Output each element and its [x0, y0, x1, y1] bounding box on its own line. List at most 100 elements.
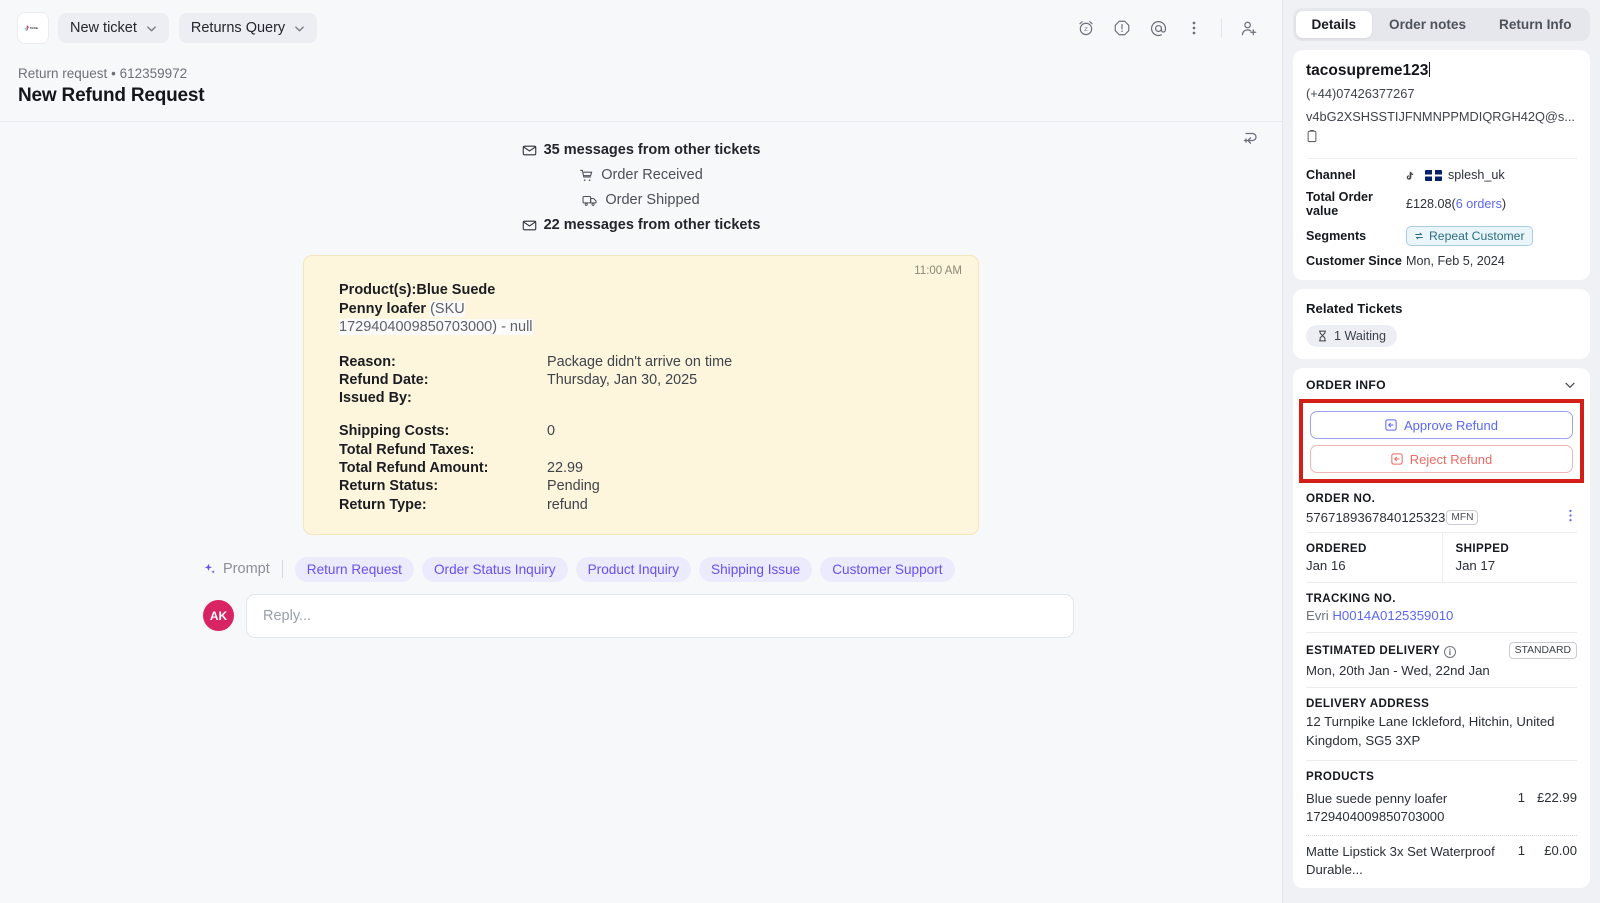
reply-input[interactable] [246, 593, 1074, 638]
returns-query-button[interactable]: Returns Query [178, 13, 318, 43]
product-info: Blue suede penny loafer 1729404009850703… [1306, 790, 1510, 826]
event-label: Order Shipped [605, 192, 700, 208]
text-caret [1429, 62, 1431, 77]
prompt-text: Prompt [223, 561, 270, 578]
priority-icon[interactable] [1107, 13, 1137, 43]
divider [1306, 158, 1577, 160]
orders-count-link[interactable]: 6 orders [1456, 197, 1502, 211]
product-sku: 1729404009850703000 [1306, 808, 1445, 824]
ordered-block: ORDERED Jan 16 [1293, 533, 1442, 582]
ordered-value: Jan 16 [1306, 558, 1346, 574]
shipped-label: SHIPPED [1455, 542, 1510, 556]
tab-order-notes[interactable]: Order notes [1374, 11, 1482, 38]
add-assignee-icon[interactable] [1234, 13, 1264, 43]
breadcrumb-separator: • [111, 66, 116, 81]
order-value-suffix: ) [1501, 197, 1507, 212]
address-value[interactable]: 12 Turnpike Lane Ickleford, Hitchin, Uni… [1306, 713, 1577, 750]
reply-row: AK [0, 593, 1282, 638]
field-key: Return Status: [339, 478, 439, 495]
field-key: Refund Date: [339, 371, 429, 388]
products-label: PRODUCTS [1306, 769, 1375, 783]
order-info-header[interactable]: ORDER INFO [1293, 368, 1590, 399]
sparkle-icon [204, 564, 215, 575]
eta-value: Mon, 20th Jan - Wed, 22nd Jan [1306, 663, 1490, 679]
mfn-tag: MFN [1446, 509, 1479, 525]
shipped-value: Jan 17 [1455, 558, 1496, 574]
ordered-label: ORDERED [1306, 542, 1367, 556]
message-fields: Reason: Package didn't arrive on time Re… [339, 353, 958, 514]
address-label: DELIVERY ADDRESS [1306, 697, 1430, 711]
tracking-number-link[interactable]: H0014A0125359010 [1332, 608, 1453, 623]
field-value: Package didn't arrive on time [547, 353, 733, 370]
breadcrumb-ticket-id: 612359972 [119, 66, 188, 81]
new-ticket-button[interactable]: New ticket [58, 13, 169, 43]
detail-value: Repeat Customer [1406, 226, 1533, 247]
table-row: Reason: Package didn't arrive on time [339, 353, 958, 371]
clipboard-icon[interactable] [1306, 129, 1318, 148]
customer-name-text: tacosupreme123 [1306, 62, 1429, 79]
product-qty: 1 [1517, 842, 1525, 858]
event-label: 35 messages from other tickets [543, 142, 761, 158]
product-label: Product(s): [339, 282, 417, 298]
eta-label-wrap: ESTIMATED DELIVERY i [1306, 644, 1457, 658]
breadcrumb-type: Return request [18, 66, 108, 81]
order-more-options-icon[interactable] [1564, 508, 1577, 526]
info-icon[interactable]: i [1444, 645, 1457, 658]
chip-product-inquiry[interactable]: Product Inquiry [575, 556, 692, 582]
list-item: 35 messages from other tickets [522, 142, 761, 158]
chip-order-status-inquiry[interactable]: Order Status Inquiry [421, 556, 568, 582]
detail-key: Channel [1306, 168, 1356, 183]
approve-refund-button[interactable]: Approve Refund [1310, 411, 1573, 440]
more-options-icon[interactable] [1179, 13, 1209, 43]
envelope-icon [522, 145, 536, 155]
truck-icon [582, 195, 597, 206]
list-item: Order Shipped [582, 192, 700, 208]
reject-refund-label: Reject Refund [1409, 451, 1493, 467]
segment-label: Repeat Customer [1429, 229, 1525, 244]
product-price: £0.00 [1544, 842, 1577, 858]
field-value: 0 [547, 423, 556, 440]
customer-card: tacosupreme123 (+44)07426377267 v4bG2XSH… [1293, 50, 1590, 281]
composer: Prompt Return Request Order Status Inqui… [0, 556, 1282, 664]
field-value: 22.99 [547, 460, 584, 477]
field-key: Issued By: [339, 390, 412, 407]
tab-details[interactable]: Details [1296, 11, 1372, 38]
table-row: Refund Date: Thursday, Jan 30, 2025 [339, 371, 958, 389]
field-value: refund [547, 496, 588, 513]
detail-row-customer-since: Customer Since Mon, Feb 5, 2024 [1306, 254, 1577, 268]
tab-return-info[interactable]: Return Info [1484, 11, 1587, 38]
products-section: PRODUCTS Blue suede penny loafer 1729404… [1293, 761, 1590, 888]
page-title: New Refund Request [18, 85, 205, 106]
chip-customer-support[interactable]: Customer Support [820, 556, 955, 582]
mention-icon[interactable] [1143, 13, 1173, 43]
chip-return-request[interactable]: Return Request [294, 556, 414, 582]
shipping-speed-badge: STANDARD [1508, 642, 1577, 660]
list-item: Blue suede penny loafer 1729404009850703… [1306, 783, 1577, 826]
detail-value: splesh_uk [1406, 168, 1505, 182]
snooze-icon[interactable]: Z [1071, 13, 1101, 43]
product-title: Blue suede penny loafer [1306, 790, 1448, 806]
detail-key: Segments [1306, 229, 1367, 244]
reject-refund-button[interactable]: Reject Refund [1310, 445, 1573, 474]
estimated-delivery-section: ESTIMATED DELIVERY i STANDARD Mon, 20th J… [1293, 633, 1590, 687]
envelope-icon [522, 220, 536, 230]
field-key: Total Refund Taxes: [339, 441, 475, 458]
table-row: Issued By: [339, 389, 958, 407]
delivery-address-section: DELIVERY ADDRESS 12 Turnpike Lane Icklef… [1293, 688, 1590, 759]
chip-shipping-issue[interactable]: Shipping Issue [699, 556, 813, 582]
order-info-title: ORDER INFO [1306, 378, 1387, 393]
channel-name: splesh_uk [1448, 168, 1505, 183]
top-toolbar: TikTok New ticket Returns Query Z [0, 0, 1282, 56]
related-tickets-title: Related Tickets [1306, 301, 1403, 317]
related-ticket-waiting-badge[interactable]: 1 Waiting [1306, 325, 1398, 348]
order-info-card: ORDER INFO Approve Refund Reject Refund … [1293, 368, 1590, 889]
chevron-down-icon[interactable] [1563, 378, 1577, 392]
ticket-header: Return request • 612359972 New Refund Re… [0, 56, 1282, 144]
table-row: Return Type: refund [339, 496, 958, 514]
svg-text:Z: Z [1084, 27, 1088, 33]
customer-phone: (+44)07426377267 [1306, 86, 1415, 101]
approve-box-icon [1385, 419, 1397, 431]
list-item: Order Received [579, 167, 703, 183]
product-title[interactable]: Matte Lipstick 3x Set Waterproof Durable… [1306, 843, 1510, 879]
table-row: Shipping Costs: 0 [339, 422, 958, 440]
